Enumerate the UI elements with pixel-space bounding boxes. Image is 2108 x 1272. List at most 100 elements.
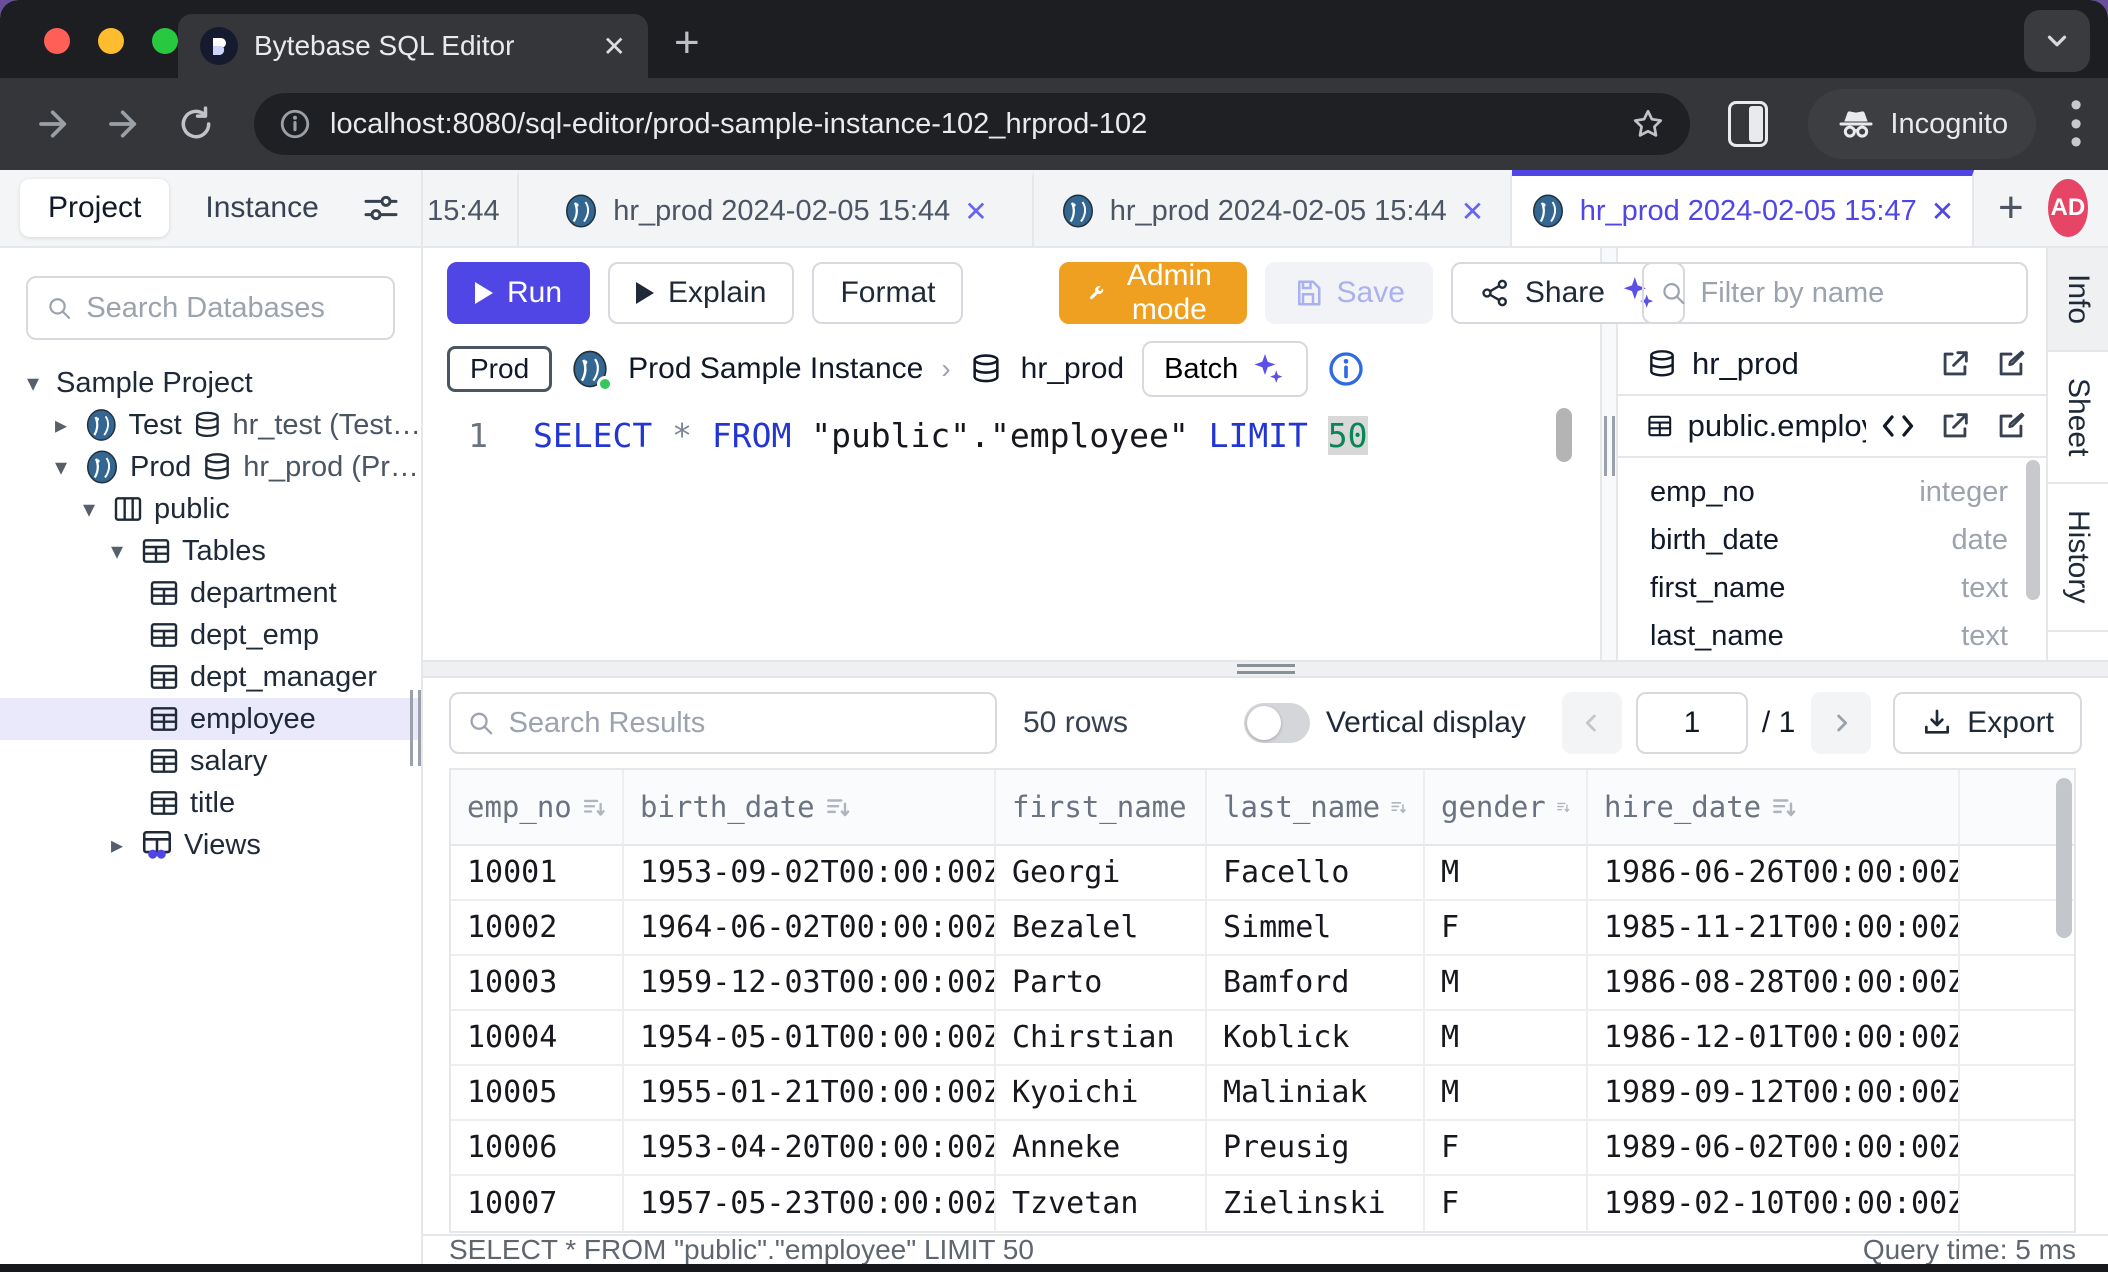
cell[interactable]: M <box>1425 1011 1588 1066</box>
database-search-box[interactable] <box>26 276 395 340</box>
cell[interactable]: 10007 <box>451 1176 624 1231</box>
external-link-icon[interactable] <box>1938 347 1972 381</box>
cell[interactable]: F <box>1425 901 1588 956</box>
caret-down-icon[interactable]: ▾ <box>104 537 130 566</box>
cell[interactable]: 1986-12-01T00:00:00Z <box>1588 1011 1960 1066</box>
cell[interactable]: Bamford <box>1207 956 1425 1011</box>
prev-page-button[interactable] <box>1562 692 1622 754</box>
tree-item-tables[interactable]: ▾ Tables <box>0 530 421 572</box>
cell[interactable]: Zielinski <box>1207 1176 1425 1231</box>
cell[interactable]: 1989-02-10T00:00:00Z <box>1588 1176 1960 1231</box>
new-editor-tab-button[interactable]: + <box>1974 170 2048 246</box>
caret-down-icon[interactable]: ▾ <box>76 495 102 524</box>
cell[interactable]: Georgi <box>996 846 1207 901</box>
column-header[interactable]: last_name <box>1207 770 1425 846</box>
code-icon[interactable] <box>1880 408 1916 444</box>
back-icon[interactable] <box>26 94 86 154</box>
close-tab-icon[interactable]: ✕ <box>1461 195 1484 228</box>
column-header[interactable]: emp_no <box>451 770 624 846</box>
tree-item-schema-public[interactable]: ▾ public <box>0 488 421 530</box>
caret-right-icon[interactable]: ▸ <box>104 831 130 860</box>
cell[interactable]: 1989-06-02T00:00:00Z <box>1588 1121 1960 1176</box>
cell[interactable]: Parto <box>996 956 1207 1011</box>
save-button[interactable]: Save <box>1265 262 1433 324</box>
avatar[interactable]: AD <box>2048 179 2088 237</box>
column-row[interactable]: last_name text <box>1650 612 2008 660</box>
results-resize-handle[interactable] <box>423 660 2108 678</box>
tree-item-table-selected[interactable]: employee <box>0 698 421 740</box>
cell[interactable]: M <box>1425 846 1588 901</box>
cell[interactable]: Preusig <box>1207 1121 1425 1176</box>
cell[interactable]: M <box>1425 1066 1588 1121</box>
tree-item-views[interactable]: ▸ Views <box>0 824 421 866</box>
cell[interactable]: Chirstian <box>996 1011 1207 1066</box>
tab-info[interactable]: Info <box>2048 248 2108 352</box>
database-name[interactable]: hr_prod <box>1021 352 1124 386</box>
sort-icon[interactable] <box>1771 794 1797 820</box>
tab-search-chevron-button[interactable] <box>2024 10 2090 72</box>
minimize-window-button[interactable] <box>98 28 124 54</box>
filter-box[interactable] <box>1642 262 2028 324</box>
admin-mode-button[interactable]: Admin mode <box>1059 262 1246 324</box>
explain-button[interactable]: Explain <box>608 262 794 324</box>
cell[interactable]: 1964-06-02T00:00:00Z <box>624 901 996 956</box>
close-window-button[interactable] <box>44 28 70 54</box>
cell[interactable]: F <box>1425 1176 1588 1231</box>
cell[interactable]: Facello <box>1207 846 1425 901</box>
cell[interactable]: 10006 <box>451 1121 624 1176</box>
forward-icon[interactable] <box>96 94 156 154</box>
schema-panel-scrollbar[interactable] <box>2026 460 2040 600</box>
edit-icon[interactable] <box>1994 409 2028 443</box>
tab-instance[interactable]: Instance <box>177 179 346 237</box>
tree-item-project[interactable]: ▾ Sample Project <box>0 362 421 404</box>
cell[interactable]: 1959-12-03T00:00:00Z <box>624 956 996 1011</box>
cell[interactable]: Simmel <box>1207 901 1425 956</box>
export-button[interactable]: Export <box>1893 692 2082 754</box>
batch-button[interactable]: Batch <box>1142 341 1308 397</box>
results-search-box[interactable] <box>449 692 997 754</box>
cell[interactable]: F <box>1425 1121 1588 1176</box>
column-row[interactable]: emp_no integer <box>1650 468 2008 516</box>
tab-history[interactable]: History <box>2048 484 2108 631</box>
column-header[interactable]: hire_date <box>1588 770 1960 846</box>
zoom-window-button[interactable] <box>152 28 178 54</box>
column-header[interactable]: birth_date <box>624 770 996 846</box>
cell[interactable]: Kyoichi <box>996 1066 1207 1121</box>
tab-project[interactable]: Project <box>20 179 169 237</box>
sql-editor[interactable]: 1 SELECT * FROM "public"."employee" LIMI… <box>423 400 1600 660</box>
browser-tab[interactable]: Bytebase SQL Editor ✕ <box>178 14 648 78</box>
external-link-icon[interactable] <box>1938 409 1972 443</box>
editor-tab[interactable]: hr_prod 2024-02-05 15:44 ✕ <box>1034 170 1512 246</box>
sort-icon[interactable] <box>1556 794 1570 820</box>
tree-item-prod-db[interactable]: ▾ Prod hr_prod (Pr… <box>0 446 421 488</box>
search-results-input[interactable] <box>509 707 979 740</box>
format-button[interactable]: Format <box>812 262 963 324</box>
sort-icon[interactable] <box>582 794 606 820</box>
close-tab-icon[interactable]: ✕ <box>964 195 987 228</box>
column-row[interactable]: first_name text <box>1650 564 2008 612</box>
sidebar-resize-handle[interactable] <box>407 690 423 766</box>
filter-by-name-input[interactable] <box>1701 277 2010 310</box>
editor-tab[interactable]: hr_prod 2024-02-05 15:44 ✕ <box>519 170 1034 246</box>
new-tab-button[interactable]: + <box>674 18 700 68</box>
cell[interactable]: M <box>1425 956 1588 1011</box>
cell[interactable]: Bezalel <box>996 901 1207 956</box>
sort-icon[interactable] <box>825 794 851 820</box>
cell[interactable]: 1986-06-26T00:00:00Z <box>1588 846 1960 901</box>
vertical-display-toggle[interactable] <box>1244 703 1310 743</box>
cell[interactable]: Tzvetan <box>996 1176 1207 1231</box>
search-databases-input[interactable] <box>86 292 375 325</box>
tree-item-table[interactable]: title <box>0 782 421 824</box>
cell[interactable]: 10003 <box>451 956 624 1011</box>
cell[interactable]: 1986-08-28T00:00:00Z <box>1588 956 1960 1011</box>
browser-tab-close-icon[interactable]: ✕ <box>603 30 626 63</box>
column-row[interactable]: birth_date date <box>1650 516 2008 564</box>
url-bar[interactable]: localhost:8080/sql-editor/prod-sample-in… <box>254 93 1690 155</box>
cell[interactable]: 1989-09-12T00:00:00Z <box>1588 1066 1960 1121</box>
cell[interactable]: 10002 <box>451 901 624 956</box>
sort-icon[interactable] <box>1390 794 1407 820</box>
results-scrollbar[interactable] <box>2056 778 2072 938</box>
editor-scrollbar[interactable] <box>1556 408 1572 462</box>
caret-down-icon[interactable]: ▾ <box>20 369 46 398</box>
run-button[interactable]: Run <box>447 262 590 324</box>
